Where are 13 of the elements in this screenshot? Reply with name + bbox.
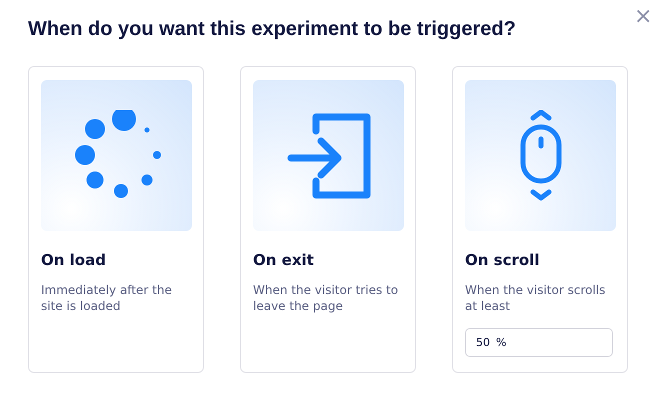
mouse-scroll-icon <box>520 110 562 202</box>
dialog-title: When do you want this experiment to be triggered? <box>28 17 516 42</box>
option-title: On load <box>41 250 107 270</box>
option-card[interactable]: On load Immediately after the site is loaded <box>28 66 204 373</box>
option-title: On scroll <box>465 250 540 270</box>
option-description: Immediately after the site is loaded <box>41 282 173 314</box>
option-description: When the visitor tries to leave the page <box>253 282 400 314</box>
option-description: When the visitor scrolls at least <box>465 282 606 314</box>
option-card[interactable]: On exit When the visitor tries to leave the page <box>240 66 416 373</box>
option-card[interactable]: On scroll When the visitor scrolls at least 50 % <box>452 66 628 373</box>
sign-in-icon <box>286 112 370 198</box>
option-title: On exit <box>253 250 315 270</box>
percent-input-field[interactable]: 50 % <box>465 328 613 357</box>
